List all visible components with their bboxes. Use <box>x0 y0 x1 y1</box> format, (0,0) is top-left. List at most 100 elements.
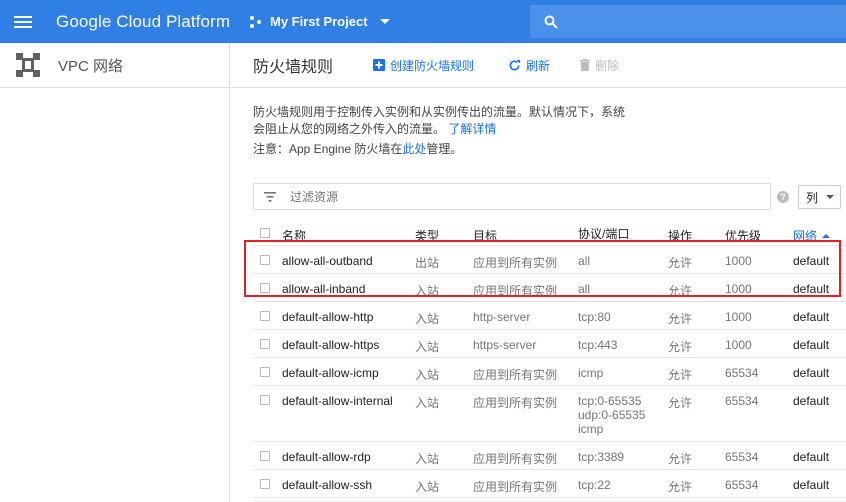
rule-name[interactable]: allow-all-outband <box>282 254 373 268</box>
row-checkbox[interactable] <box>260 255 270 265</box>
rule-action: 允许 <box>668 312 693 326</box>
rule-name[interactable]: default-allow-internal <box>282 394 393 408</box>
rule-name[interactable]: default-allow-icmp <box>282 366 379 380</box>
rule-name[interactable]: default-allow-rdp <box>282 450 371 464</box>
left-nav: VPC 网络 <box>0 43 230 502</box>
project-selector[interactable]: My First Project <box>250 0 390 43</box>
rule-protocol-line: udp:0-65535 <box>578 408 646 422</box>
rule-target: 应用到所有实例 <box>473 368 558 382</box>
note-here-link[interactable]: 此处 <box>402 142 426 156</box>
rule-protocol-line: tcp:0-65535 <box>578 394 642 408</box>
search-input[interactable] <box>530 5 846 38</box>
table-header: 名称 类型 目标 协议/端口 操作 优先级 网络 <box>253 219 846 246</box>
rule-type: 出站 <box>415 256 440 270</box>
firewall-rules-table: 名称 类型 目标 协议/端口 操作 优先级 网络 allow-all-outba… <box>253 219 846 498</box>
rule-protocol: all <box>578 282 591 296</box>
learn-more-link[interactable]: 了解详情 <box>448 122 496 136</box>
table-row[interactable]: default-allow-icmp 入站 应用到所有实例 icmp 允许 65… <box>253 358 846 386</box>
rule-network: default <box>793 310 830 324</box>
row-checkbox[interactable] <box>260 283 270 293</box>
rule-target: http-server <box>473 310 531 324</box>
col-action[interactable]: 操作 <box>668 227 692 244</box>
table-row[interactable]: default-allow-https 入站 https-server tcp:… <box>253 330 846 358</box>
vpc-nav-header[interactable]: VPC 网络 <box>0 43 229 88</box>
project-dots-icon <box>250 15 262 28</box>
col-priority[interactable]: 优先级 <box>725 227 761 244</box>
delete-button[interactable]: 删除 <box>580 57 619 74</box>
rule-protocol: icmp <box>578 366 604 380</box>
filter-bar[interactable] <box>253 183 771 210</box>
rule-type: 入站 <box>415 340 440 354</box>
rule-priority: 1000 <box>725 282 752 296</box>
rule-name[interactable]: allow-all-inband <box>282 282 365 296</box>
rule-name[interactable]: default-allow-ssh <box>282 478 372 492</box>
table-row[interactable]: default-allow-rdp 入站 应用到所有实例 tcp:3389 允许… <box>253 442 846 470</box>
rule-type: 入站 <box>415 312 440 326</box>
description: 防火墙规则用于控制传入实例和从实例传出的流量。默认情况下，系统会阻止从您的网络之… <box>253 104 633 138</box>
rule-network: default <box>793 450 830 464</box>
columns-button[interactable]: 列 <box>798 185 841 209</box>
rule-action: 允许 <box>668 452 693 466</box>
rule-name[interactable]: default-allow-https <box>282 338 379 352</box>
rule-priority: 65534 <box>725 394 759 408</box>
filter-icon <box>264 191 276 202</box>
rule-type: 入站 <box>415 396 440 410</box>
rule-protocol: tcp:3389 <box>578 450 625 464</box>
project-name: My First Project <box>270 14 368 29</box>
rule-network: default <box>793 478 830 492</box>
note-suffix: 管理。 <box>426 142 463 156</box>
col-name[interactable]: 名称 <box>282 227 306 244</box>
refresh-label: 刷新 <box>526 58 551 73</box>
rule-action: 允许 <box>668 368 693 382</box>
rule-type: 入站 <box>415 368 440 382</box>
table-row[interactable]: default-allow-ssh 入站 应用到所有实例 tcp:22 允许 6… <box>253 470 846 498</box>
rule-protocol: tcp:80 <box>578 310 611 324</box>
rule-target: 应用到所有实例 <box>473 396 558 410</box>
row-checkbox[interactable] <box>260 395 270 405</box>
col-target[interactable]: 目标 <box>473 227 497 244</box>
rule-network: default <box>793 366 830 380</box>
rule-action: 允许 <box>668 340 693 354</box>
row-checkbox[interactable] <box>260 479 270 489</box>
chevron-down-icon <box>379 19 390 24</box>
rule-network: default <box>793 254 830 268</box>
rule-target: 应用到所有实例 <box>473 256 558 270</box>
table-row[interactable]: allow-all-outband 出站 应用到所有实例 all 允许 1000… <box>253 246 846 274</box>
main-content: 防火墙规则 创建防火墙规则 刷新 删除 防火墙规则用于控制传入实例和从实例传出的… <box>231 43 846 502</box>
rule-priority: 65534 <box>725 450 759 464</box>
row-checkbox[interactable] <box>260 339 270 349</box>
refresh-icon <box>509 59 521 70</box>
app-engine-note: 注意：App Engine 防火墙在此处管理。 <box>253 140 462 157</box>
col-network[interactable]: 网络 <box>793 227 831 244</box>
top-app-bar: Google Cloud Platform My First Project <box>0 0 846 43</box>
brand-title[interactable]: Google Cloud Platform <box>56 12 230 32</box>
description-text: 防火墙规则用于控制传入实例和从实例传出的流量。默认情况下，系统会阻止从您的网络之… <box>253 105 626 136</box>
rule-priority: 65534 <box>725 366 759 380</box>
refresh-button[interactable]: 刷新 <box>508 57 550 74</box>
table-row[interactable]: allow-all-inband 入站 应用到所有实例 all 允许 1000 … <box>253 274 846 302</box>
hamburger-icon[interactable] <box>14 7 44 37</box>
vpc-network-icon <box>16 53 40 77</box>
row-checkbox[interactable] <box>260 451 270 461</box>
col-type[interactable]: 类型 <box>415 227 439 244</box>
rule-protocol-line: icmp <box>578 422 604 436</box>
create-firewall-rule-button[interactable]: 创建防火墙规则 <box>373 57 474 74</box>
rule-network: default <box>793 282 830 296</box>
filter-input[interactable] <box>290 189 690 204</box>
help-icon[interactable]: ? <box>777 191 789 203</box>
rule-action: 允许 <box>668 284 693 298</box>
row-checkbox[interactable] <box>260 311 270 321</box>
table-row[interactable]: default-allow-http 入站 http-server tcp:80… <box>253 302 846 330</box>
table-row[interactable]: default-allow-internal 入站 应用到所有实例 tcp:0-… <box>253 386 846 442</box>
chevron-down-icon <box>826 195 835 199</box>
rule-protocol: tcp:443 <box>578 338 618 352</box>
page-title: 防火墙规则 <box>253 59 334 76</box>
columns-label: 列 <box>806 190 819 205</box>
row-checkbox[interactable] <box>260 367 270 377</box>
col-protocol[interactable]: 协议/端口 <box>578 227 629 241</box>
rule-protocol: all <box>578 254 591 268</box>
select-all-checkbox[interactable] <box>260 228 270 238</box>
rule-name[interactable]: default-allow-http <box>282 310 373 324</box>
rule-priority: 1000 <box>725 338 752 352</box>
sort-ascending-icon <box>822 234 831 238</box>
